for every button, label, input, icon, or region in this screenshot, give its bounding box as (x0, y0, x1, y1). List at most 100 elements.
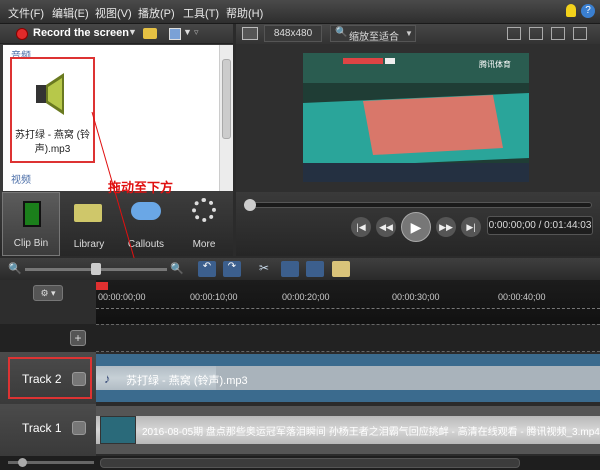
track-2-label: Track 2 (22, 372, 62, 386)
zoom-value: 缩放至适合 (349, 32, 399, 43)
track-1-label: Track 1 (22, 421, 62, 435)
zoom-select[interactable]: 🔍 缩放至适合 ▼ (330, 25, 416, 43)
tab-more-label: More (192, 239, 216, 250)
tab-library[interactable]: Library (60, 192, 118, 256)
time-display: 0:00:00;00 / 0:01:44:03 (487, 216, 593, 235)
tab-more[interactable]: More (175, 192, 233, 256)
menu-tools[interactable]: 工具(T) (183, 5, 219, 21)
copy-icon[interactable] (306, 261, 324, 277)
ruler-tick-label: 00:00:30;00 (392, 292, 440, 302)
zoom-in-icon[interactable]: 🔍 (170, 262, 184, 275)
split-icon[interactable] (281, 261, 299, 277)
track-1-lane: 2016-08-05期 盘点那些奥运冠军落泪瞬间 孙杨王者之泪霸气回应挑衅 - … (96, 404, 600, 456)
media-item-audio[interactable]: 苏打绿 - 燕窝 (铃声).mp3 (10, 57, 95, 163)
video-clip-label: 2016-08-05期 盘点那些奥运冠军落泪瞬间 孙杨王者之泪霸气回应挑衅 - … (142, 427, 600, 438)
audio-clip-label: 苏打绿 - 燕窝 (铃声).mp3 (126, 375, 248, 387)
record-dropdown-icon[interactable]: ▼ (128, 27, 137, 37)
timeline-scroll-thumb[interactable] (100, 458, 520, 468)
film-icon (23, 201, 41, 227)
video-preview[interactable]: 腾讯体育 (303, 53, 529, 182)
zoom-out-icon[interactable]: 🔍 (8, 262, 22, 275)
ruler-tick-label: 00:00:20;00 (282, 292, 330, 302)
go-start-button[interactable]: |◀ (351, 217, 371, 237)
record-button[interactable]: Record the screen (33, 27, 129, 39)
tab-callouts-label: Callouts (127, 239, 165, 250)
zoom-search-icon: 🔍 (335, 27, 348, 38)
menu-play[interactable]: 播放(P) (138, 5, 175, 21)
timeline-toolbar: 🔍 🔍 ↶ ↷ ✂ (0, 258, 600, 280)
canvas-size-icon[interactable] (242, 27, 258, 40)
ruler-tick-label: 00:00:40;00 (498, 292, 546, 302)
clip-bin-scrollbar[interactable] (219, 45, 233, 191)
paste-icon[interactable] (332, 261, 350, 277)
clip-bin-area: 音频 苏打绿 - 燕窝 (铃声).mp3 视频 (3, 45, 219, 191)
produce-icon[interactable] (169, 28, 181, 40)
add-track-button[interactable]: + (70, 330, 86, 346)
toolbar-more-icon[interactable]: ▿ (194, 27, 199, 38)
chevron-down-icon: ▼ (405, 29, 413, 38)
add-track-row: + (0, 324, 600, 352)
pan-icon[interactable] (529, 27, 543, 40)
crop-icon[interactable] (507, 27, 521, 40)
timeline-scrollbar[interactable] (0, 456, 600, 470)
menu-view[interactable]: 视图(V) (95, 5, 132, 21)
playback-controls: |◀ ◀◀ ▶ ▶▶ ▶| 0:00:00;00 / 0:01:44:03 (236, 192, 600, 256)
video-frame (303, 53, 529, 182)
fast-forward-button[interactable]: ▶▶ (436, 217, 456, 237)
menu-help[interactable]: 帮助(H) (226, 5, 263, 21)
tab-callouts[interactable]: Callouts (117, 192, 175, 256)
tab-library-label: Library (73, 239, 105, 250)
music-note-icon: ♪ (104, 371, 111, 386)
menu-file[interactable]: 文件(F) (8, 5, 44, 21)
cut-icon[interactable]: ✂ (255, 261, 273, 277)
redo-icon[interactable]: ↷ (223, 261, 241, 277)
import-folder-icon[interactable] (143, 28, 157, 39)
detach-icon[interactable] (551, 27, 565, 40)
track-2-lane: ♪ 苏打绿 - 燕窝 (铃声).mp3 (96, 352, 600, 404)
rewind-button[interactable]: ◀◀ (376, 217, 396, 237)
track-height-handle[interactable] (18, 458, 27, 467)
speech-bubble-icon (131, 202, 161, 220)
tab-bar: Clip Bin Library Callouts More (0, 192, 233, 256)
track-2-header[interactable]: Track 2 (0, 352, 96, 404)
tab-clip-bin-label: Clip Bin (13, 238, 49, 249)
timeline-ruler[interactable]: 00:00:00;00 00:00:10;00 00:00:20;00 00:0… (96, 280, 600, 324)
track-settings-button[interactable]: ⚙ ▾ (33, 285, 63, 301)
record-toolbar: Record the screen ▼ ▼ ▿ (0, 24, 233, 44)
lightbulb-icon[interactable] (566, 4, 576, 17)
speaker-icon (36, 73, 64, 115)
lock-icon[interactable] (72, 421, 86, 435)
video-clip[interactable]: 2016-08-05期 盘点那些奥运冠军落泪瞬间 孙杨王者之泪霸气回应挑衅 - … (96, 406, 600, 454)
produce-dropdown-icon[interactable]: ▼ (183, 27, 192, 37)
lock-icon[interactable] (72, 372, 86, 386)
track-1-header[interactable]: Track 1 (0, 404, 96, 456)
tab-clip-bin[interactable]: Clip Bin (2, 192, 60, 256)
ruler-divider (96, 308, 600, 309)
video-watermark: 腾讯体育 (479, 60, 511, 69)
ruler-tick-label: 00:00:10;00 (190, 292, 238, 302)
seek-bar[interactable] (244, 202, 592, 208)
playhead-marker[interactable] (96, 282, 108, 290)
folder-icon (74, 204, 102, 222)
clip-bin-scroll-thumb[interactable] (222, 59, 231, 139)
go-end-button[interactable]: ▶| (461, 217, 481, 237)
play-button[interactable]: ▶ (401, 212, 431, 242)
seek-handle[interactable] (244, 199, 256, 211)
menu-edit[interactable]: 编辑(E) (52, 5, 89, 21)
video-section-label: 视频 (11, 175, 31, 186)
drag-annotation: 拖动至下方 (108, 180, 174, 195)
empty-track-slot (96, 324, 600, 352)
ruler-tick-label: 00:00:00;00 (98, 292, 146, 302)
help-icon[interactable]: ? (581, 4, 595, 18)
spinner-icon (192, 198, 216, 222)
audio-clip[interactable]: ♪ 苏打绿 - 燕窝 (铃声).mp3 (96, 354, 600, 402)
track-options-area: ⚙ ▾ (0, 280, 96, 324)
video-thumbnail (100, 416, 136, 444)
undo-icon[interactable]: ↶ (198, 261, 216, 277)
media-item-label: 苏打绿 - 燕窝 (铃声).mp3 (15, 130, 90, 155)
timeline-zoom-handle[interactable] (91, 263, 101, 275)
record-icon[interactable] (16, 28, 28, 40)
fullscreen-icon[interactable] (573, 27, 587, 40)
dimensions-select[interactable]: 848x480 (264, 25, 322, 42)
preview-toolbar: 848x480 🔍 缩放至适合 ▼ (236, 24, 600, 44)
